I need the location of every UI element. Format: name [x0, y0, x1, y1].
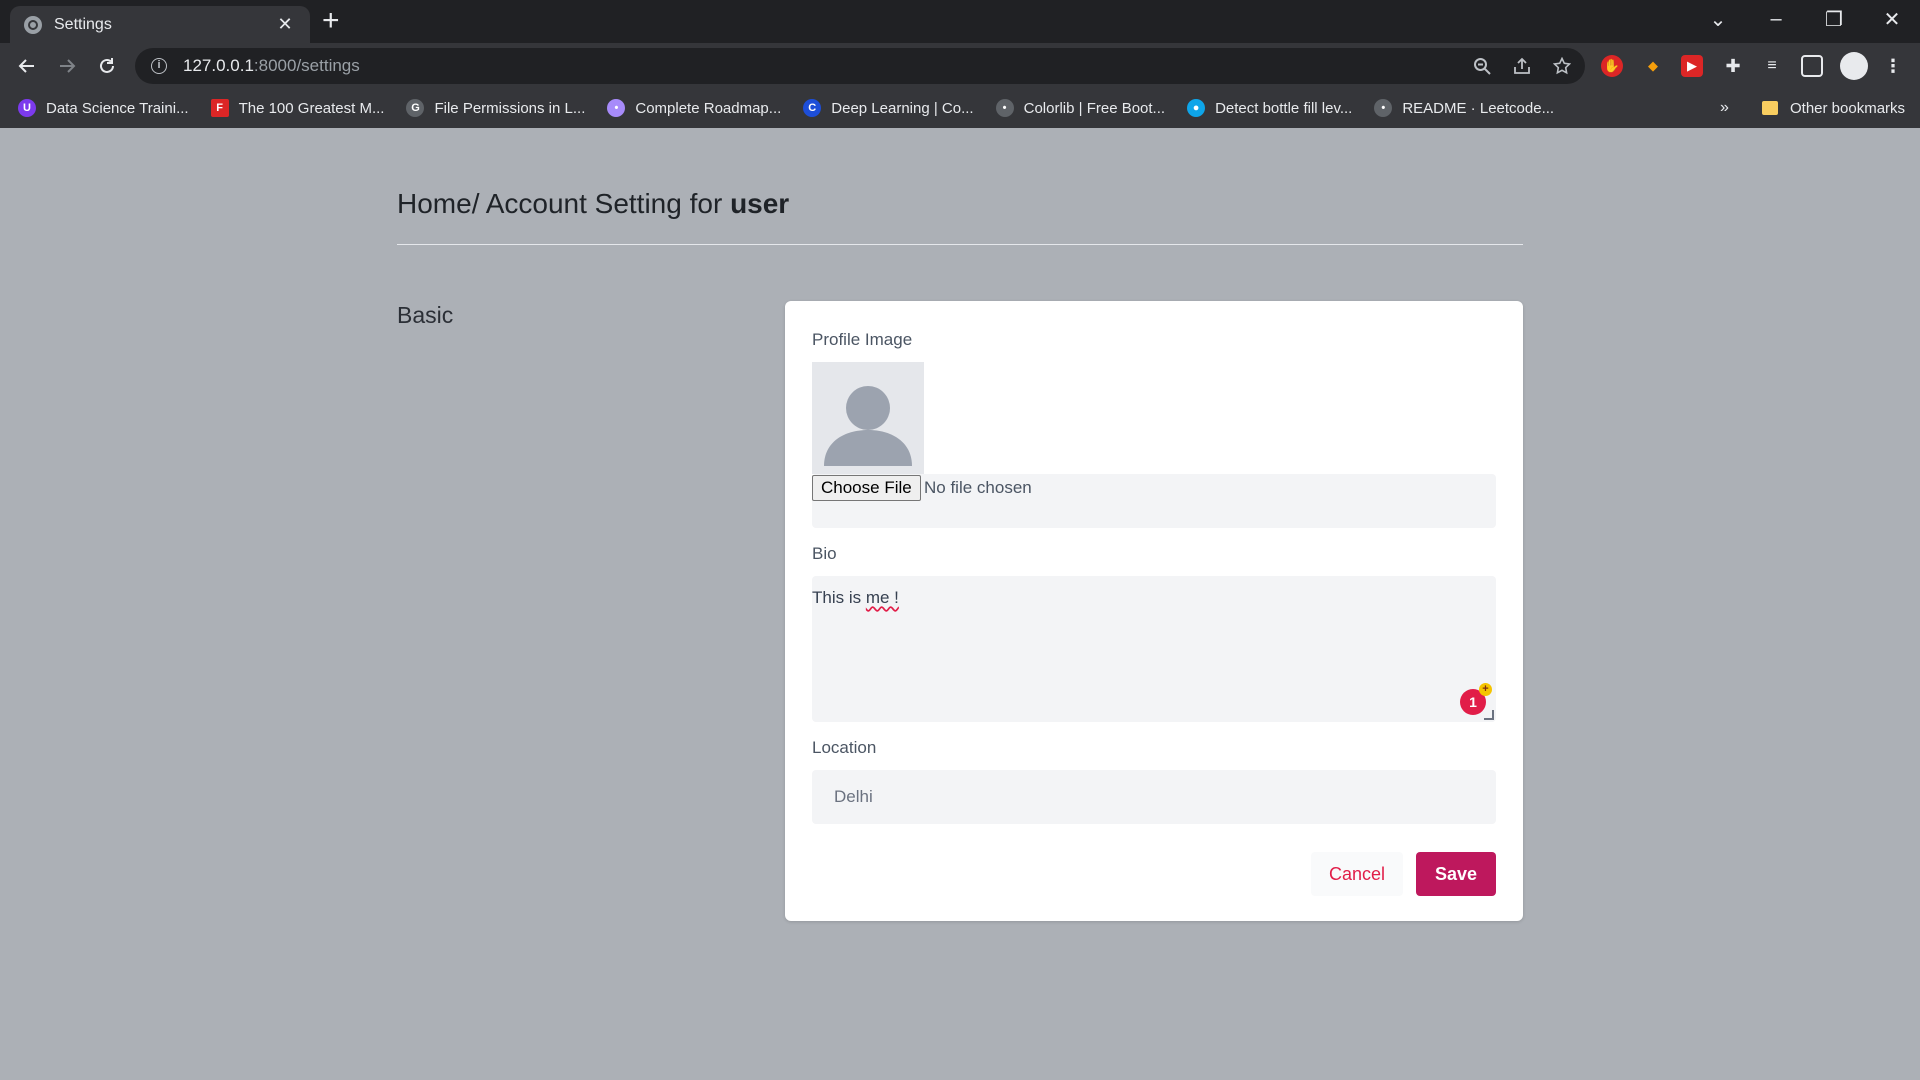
bookmark-label: README · Leetcode... [1402, 99, 1555, 117]
eye-icon: ● [1187, 99, 1206, 117]
breadcrumb: Home/ Account Setting for [397, 188, 731, 219]
menu-kebab-icon[interactable]: ⋮ [1882, 55, 1904, 77]
bio-label: Bio [812, 544, 837, 563]
username: user [730, 188, 790, 219]
bio-text-start: This is [812, 588, 866, 607]
divider [397, 244, 1523, 245]
bookmark-item[interactable]: F The 100 Greatest M... [210, 99, 385, 117]
browser-tab[interactable]: Settings ✕ [10, 6, 310, 43]
new-tab-button[interactable]: + [322, 6, 340, 36]
globe-icon: • [1374, 99, 1393, 117]
back-arrow-icon [18, 59, 34, 73]
bookmark-item[interactable]: • README · Leetcode... [1374, 99, 1554, 117]
url-host: 127.0.0.1 [183, 56, 254, 75]
no-file-chosen-text: No file chosen [924, 478, 1032, 497]
site-info-icon[interactable]: i [151, 58, 167, 74]
bookmark-item[interactable]: • Complete Roadmap... [607, 99, 781, 117]
tab-search-icon[interactable]: ⌄ [1690, 0, 1746, 38]
folder-icon [1762, 101, 1778, 115]
plus-icon: + [1479, 683, 1492, 696]
forward-button[interactable] [53, 52, 81, 80]
side-panel-icon[interactable] [1801, 55, 1823, 77]
adblock-extension-icon[interactable]: ✋ [1601, 55, 1623, 77]
user-silhouette-icon [824, 386, 912, 466]
reload-button[interactable] [93, 52, 121, 80]
data-science-icon: U [18, 99, 36, 117]
bookmarks-overflow-button[interactable]: » [1720, 88, 1729, 128]
settings-form-card: Profile Image Choose File No file chosen… [785, 301, 1523, 921]
bookmark-label: The 100 Greatest M... [238, 99, 385, 117]
cancel-button[interactable]: Cancel [1311, 852, 1403, 896]
bio-text: This is me ! [812, 588, 899, 608]
bookmark-item[interactable]: G File Permissions in L... [406, 99, 585, 117]
bio-textarea[interactable]: This is me ! 1 + [812, 576, 1496, 722]
restore-button[interactable]: ❐ [1806, 0, 1862, 38]
browser-toolbar: i 127.0.0.1:8000/settings ✋ ◆ ▶ ✚ ≡ ⋮ [0, 43, 1920, 88]
back-button[interactable] [13, 52, 41, 80]
bookmark-label: Colorlib | Free Boot... [1023, 99, 1166, 117]
profile-image-label: Profile Image [812, 330, 913, 349]
save-button[interactable]: Save [1416, 852, 1496, 896]
url-text: 127.0.0.1:8000/settings [183, 56, 360, 76]
zoom-icon[interactable] [1473, 57, 1491, 75]
other-bookmarks-label: Other bookmarks [1790, 99, 1906, 117]
location-input[interactable] [812, 770, 1496, 824]
minimize-button[interactable]: – [1748, 0, 1804, 38]
extensions-puzzle-icon[interactable]: ✚ [1722, 55, 1744, 77]
resize-handle-icon[interactable] [1484, 710, 1494, 720]
url-path: :8000/settings [253, 56, 360, 75]
bookmark-item[interactable]: ● Detect bottle fill lev... [1187, 99, 1352, 117]
bookmark-item[interactable]: C Deep Learning | Co... [803, 99, 974, 117]
reload-icon [100, 58, 114, 73]
browser-tab-bar: Settings ✕ + ⌄ – ❐ ✕ [0, 0, 1920, 43]
other-bookmarks-folder[interactable]: Other bookmarks [1762, 88, 1905, 128]
file-input: Choose File No file chosen [812, 474, 1496, 528]
close-tab-icon[interactable]: ✕ [274, 14, 296, 35]
video-extension-icon[interactable]: ▶ [1681, 55, 1703, 77]
profile-avatar-placeholder [812, 362, 924, 474]
tab-title: Settings [54, 15, 112, 33]
address-bar[interactable]: i 127.0.0.1:8000/settings [135, 48, 1585, 84]
bookmark-item[interactable]: • Colorlib | Free Boot... [995, 99, 1166, 117]
bookmark-item[interactable]: U Data Science Traini... [18, 99, 189, 117]
extension-badge-icon[interactable]: ◆ [1642, 55, 1664, 77]
section-title-basic: Basic [397, 302, 454, 328]
letter-c-icon: C [803, 99, 822, 117]
page-title: Home/ Account Setting for user [397, 188, 789, 220]
roadmap-icon: • [607, 99, 626, 117]
close-window-button[interactable]: ✕ [1864, 0, 1920, 38]
profile-avatar-icon[interactable] [1840, 52, 1868, 80]
bookmark-label: File Permissions in L... [434, 99, 586, 117]
choose-file-button[interactable]: Choose File [812, 475, 921, 501]
bio-misspelled-text: me ! [865, 588, 899, 607]
location-label: Location [812, 738, 877, 757]
bookmarks-bar: U Data Science Traini... F The 100 Greates… [0, 88, 1920, 128]
bookmark-star-icon[interactable] [1553, 57, 1571, 75]
page-content: Home/ Account Setting for user Basic Pro… [0, 128, 1920, 1080]
bookmark-label: Deep Learning | Co... [831, 99, 974, 117]
letter-f-icon: F [210, 99, 229, 117]
globe-icon [24, 15, 42, 34]
bookmark-label: Detect bottle fill lev... [1215, 99, 1353, 117]
globe-icon: G [406, 99, 425, 117]
forward-arrow-icon [60, 59, 76, 73]
reading-list-icon[interactable]: ≡ [1761, 55, 1783, 77]
bookmark-label: Complete Roadmap... [635, 99, 782, 117]
bookmark-label: Data Science Traini... [46, 99, 189, 117]
grammar-checker-badge[interactable]: 1 + [1460, 683, 1492, 715]
share-icon[interactable] [1513, 57, 1531, 75]
globe-icon: • [995, 99, 1014, 117]
badge-count: 1 [1469, 694, 1477, 710]
